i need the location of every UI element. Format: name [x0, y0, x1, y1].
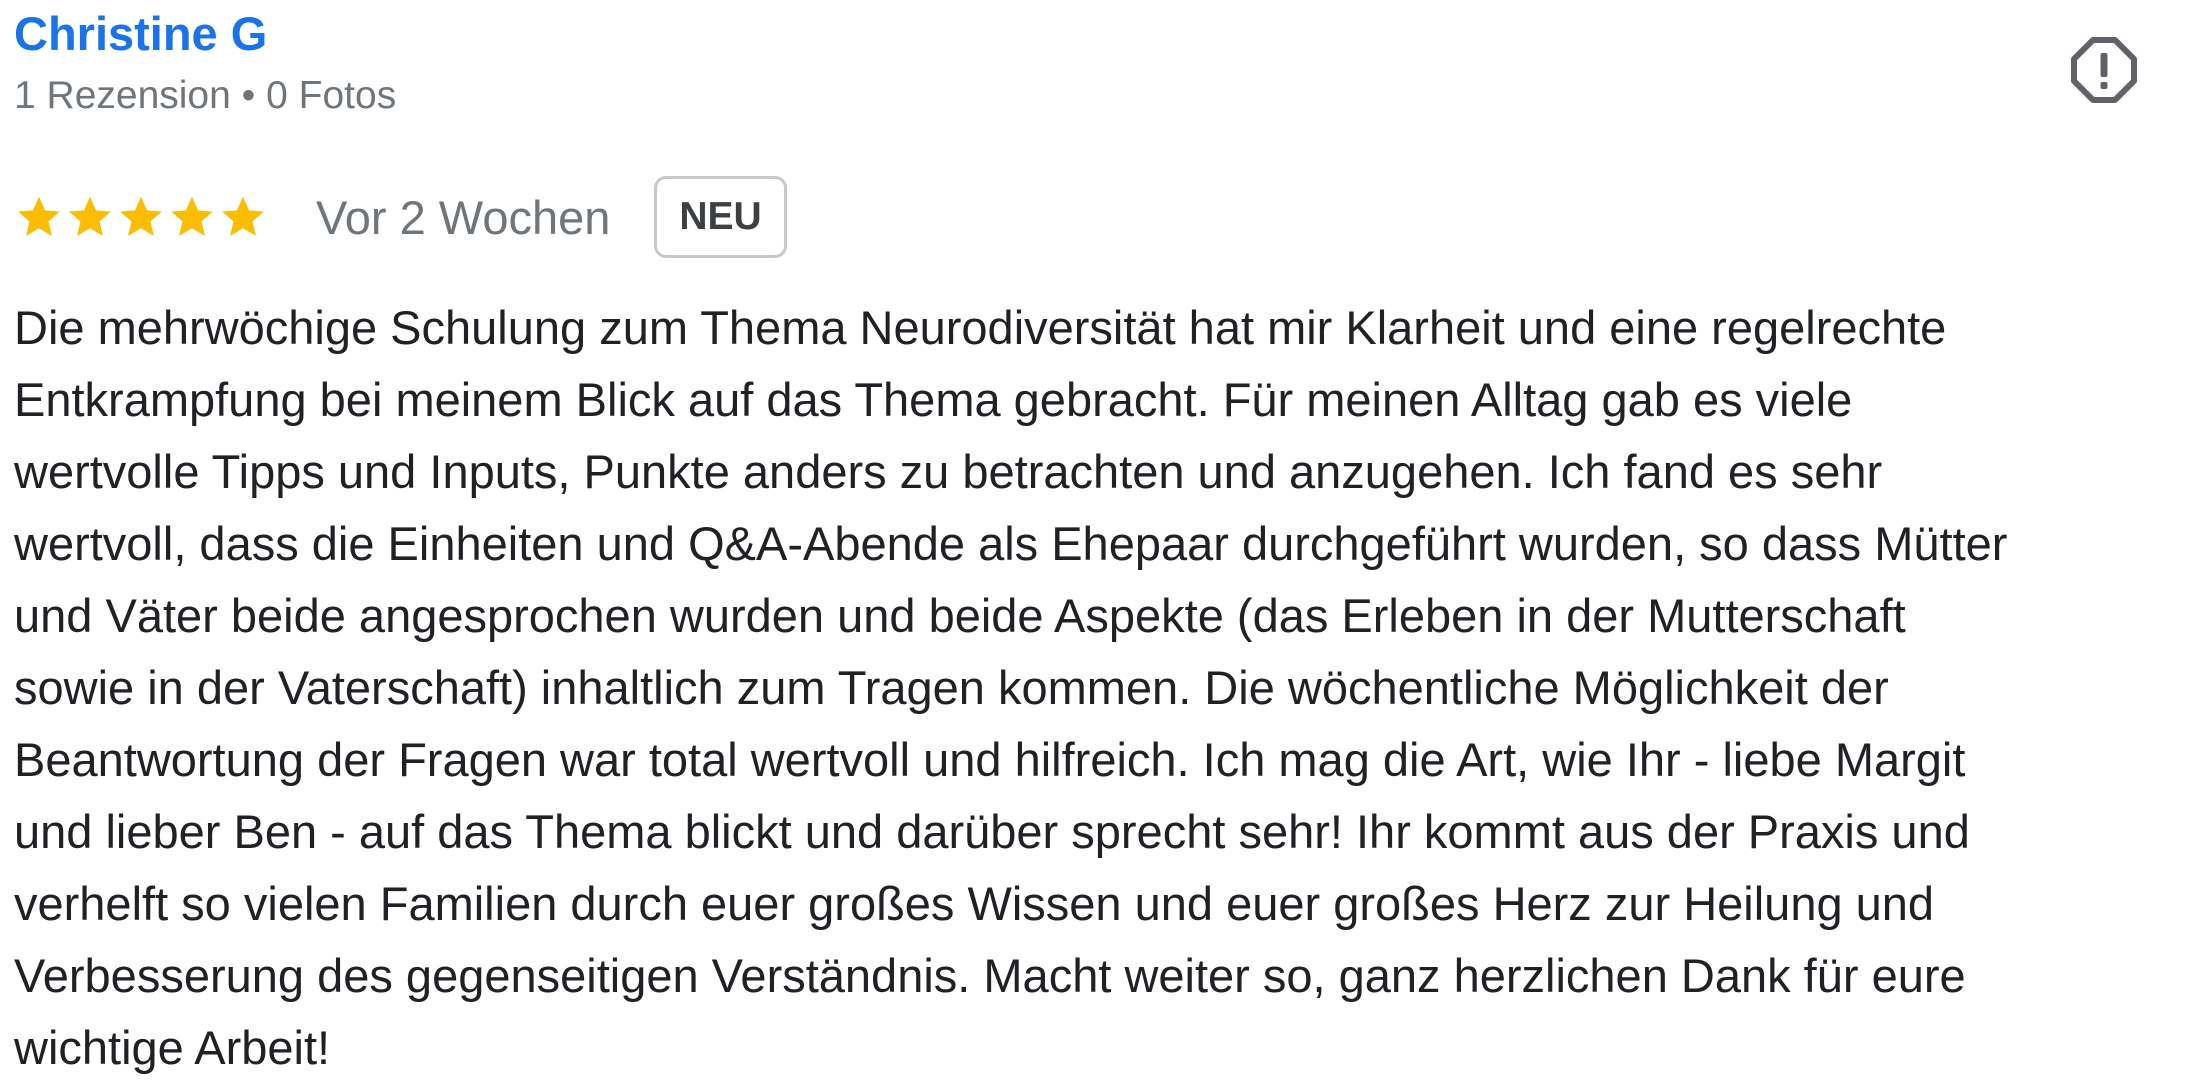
star-icon: [18, 196, 60, 236]
rating-row: Vor 2 Wochen NEU: [14, 172, 787, 262]
review-card: Christine G 1 Rezension • 0 Fotos Vor 2 …: [0, 0, 2197, 1079]
report-icon[interactable]: [2068, 34, 2140, 106]
reviewer-meta: 1 Rezension • 0 Fotos: [14, 74, 397, 117]
star-icon: [120, 196, 162, 236]
reviewer-name-link[interactable]: Christine G: [14, 6, 267, 62]
star-icon: [171, 196, 213, 236]
review-text: Die mehrwöchige Schulung zum Thema Neuro…: [14, 301, 2008, 1074]
star-rating: [14, 192, 268, 242]
new-badge: NEU: [654, 176, 787, 258]
review-date: Vor 2 Wochen: [316, 190, 611, 244]
star-icon: [222, 196, 264, 236]
star-icon: [69, 196, 111, 236]
